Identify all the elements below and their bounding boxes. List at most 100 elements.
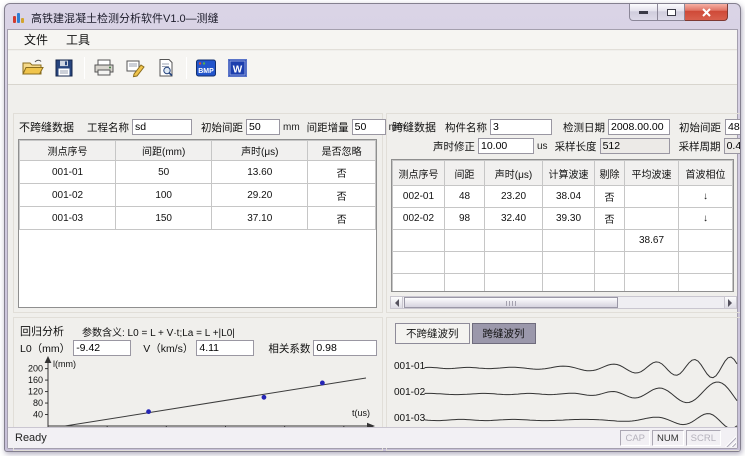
table-cell[interactable]: 002-01	[393, 186, 445, 208]
increment-input[interactable]	[352, 119, 386, 135]
table-cell[interactable]: 否	[308, 161, 376, 184]
column-header[interactable]: 声时(μs)	[212, 141, 308, 161]
table-cell[interactable]: 50	[116, 161, 212, 184]
column-header[interactable]: 间距	[445, 161, 485, 186]
table-cell[interactable]: ↓	[679, 186, 733, 208]
table-cell[interactable]	[679, 230, 733, 252]
table-cell[interactable]	[625, 208, 679, 230]
table-cell[interactable]	[485, 252, 543, 274]
inspect-date-input[interactable]	[608, 119, 670, 135]
table-cell[interactable]	[679, 274, 733, 293]
table-cell[interactable]: 13.60	[212, 161, 308, 184]
table-cell[interactable]	[485, 274, 543, 293]
init-spacing-input[interactable]	[246, 119, 280, 135]
column-header[interactable]: 计算波速	[543, 161, 595, 186]
table-cell[interactable]: 001-01	[20, 161, 116, 184]
column-header[interactable]: 首波相位	[679, 161, 733, 186]
table-cell[interactable]: 39.30	[543, 208, 595, 230]
table-row[interactable]: 38.67	[393, 230, 735, 252]
table-cell[interactable]	[445, 252, 485, 274]
export-bmp-button[interactable]: BMP	[193, 55, 219, 81]
column-header[interactable]: 剔除	[595, 161, 625, 186]
sample-length-input[interactable]	[600, 138, 670, 154]
table-cell[interactable]	[733, 208, 735, 230]
column-header[interactable]: 平均波速	[625, 161, 679, 186]
table-cell[interactable]	[445, 274, 485, 293]
table-row[interactable]: 001-015013.60否	[20, 161, 376, 184]
scroll-right-button[interactable]	[724, 297, 736, 308]
table-cell[interactable]	[625, 274, 679, 293]
table-cell[interactable]: 38.04	[543, 186, 595, 208]
table-cell[interactable]: 否	[308, 207, 376, 230]
title-bar[interactable]: 高铁建混凝土检测分析软件V1.0—测缝	[5, 4, 740, 30]
table-cell[interactable]	[445, 230, 485, 252]
table-cell[interactable]: 37.10	[212, 207, 308, 230]
column-header[interactable]: 测点序号	[20, 141, 116, 161]
minimize-button[interactable]	[629, 4, 658, 21]
table-cell[interactable]	[543, 230, 595, 252]
table-cell[interactable]: 002-02	[393, 208, 445, 230]
maximize-button[interactable]	[658, 4, 685, 21]
print-button[interactable]	[91, 55, 117, 81]
table-cell[interactable]	[733, 230, 735, 252]
table-cell[interactable]: ↓	[679, 208, 733, 230]
table-cell[interactable]: 001-03	[20, 207, 116, 230]
table-cell[interactable]: 29.20	[212, 184, 308, 207]
sample-period-input[interactable]	[724, 138, 741, 154]
table-cell[interactable]	[733, 274, 735, 293]
table-cell[interactable]	[393, 274, 445, 293]
table-cell[interactable]	[543, 252, 595, 274]
table-cell[interactable]	[625, 252, 679, 274]
table-cell[interactable]: 否	[595, 208, 625, 230]
uncrossed-table[interactable]: 测点序号间距(mm)声时(μs)是否忽略001-015013.60否001-02…	[19, 140, 376, 230]
column-header[interactable]: 测点序号	[393, 161, 445, 186]
print-setup-button[interactable]	[122, 55, 148, 81]
table-cell[interactable]	[393, 230, 445, 252]
menu-tools[interactable]: 工具	[59, 29, 97, 50]
table-row[interactable]: 001-0315037.10否	[20, 207, 376, 230]
menu-file[interactable]: 文件	[17, 29, 55, 50]
project-name-input[interactable]	[132, 119, 192, 135]
print-preview-button[interactable]	[153, 55, 179, 81]
table-cell[interactable]	[595, 230, 625, 252]
save-button[interactable]	[51, 55, 77, 81]
resize-grip[interactable]	[723, 434, 736, 447]
table-row[interactable]: 001-0210029.20否	[20, 184, 376, 207]
table-cell[interactable]: 150	[116, 207, 212, 230]
scroll-left-button[interactable]	[391, 297, 403, 308]
open-file-button[interactable]	[20, 55, 46, 81]
table-cell[interactable]: 38.67	[625, 230, 679, 252]
table-cell[interactable]	[485, 230, 543, 252]
table-row[interactable]	[393, 252, 735, 274]
table-cell[interactable]	[733, 252, 735, 274]
time-correction-input[interactable]	[478, 138, 534, 154]
table-cell[interactable]: 否	[595, 186, 625, 208]
table-cell[interactable]: 否	[308, 184, 376, 207]
table-cell[interactable]: 32.40	[485, 208, 543, 230]
column-header[interactable]: 声时(μs)	[485, 161, 543, 186]
table-cell[interactable]: 100	[116, 184, 212, 207]
table-cell[interactable]	[543, 274, 595, 293]
tab-crossed-waves[interactable]: 跨缝波列	[472, 323, 536, 344]
table-row[interactable]: 002-029832.4039.30否 ↓	[393, 208, 735, 230]
table-cell[interactable]	[595, 274, 625, 293]
table-cell[interactable]	[393, 252, 445, 274]
column-header[interactable]: 选定	[733, 161, 735, 186]
column-header[interactable]: 间距(mm)	[116, 141, 212, 161]
crossed-init-spacing-input[interactable]	[725, 119, 741, 135]
table-cell[interactable]: 98	[445, 208, 485, 230]
crossed-table[interactable]: 测点序号间距声时(μs)计算波速剔除平均波速首波相位选定平均波速002-0148…	[392, 160, 734, 292]
export-word-button[interactable]: W	[224, 55, 250, 81]
table-cell[interactable]: 001-02	[20, 184, 116, 207]
table-row[interactable]: 002-014823.2038.04否↓	[393, 186, 735, 208]
table-cell[interactable]	[625, 186, 679, 208]
tab-uncrossed-waves[interactable]: 不跨缝波列	[395, 323, 470, 344]
table-cell[interactable]	[733, 186, 735, 208]
table-cell[interactable]	[679, 252, 733, 274]
table-cell[interactable]	[595, 252, 625, 274]
scrollbar-thumb[interactable]	[404, 297, 618, 308]
crossed-table-hscrollbar[interactable]	[390, 296, 737, 309]
table-cell[interactable]: 23.20	[485, 186, 543, 208]
close-button[interactable]	[685, 4, 728, 21]
table-row[interactable]	[393, 274, 735, 293]
